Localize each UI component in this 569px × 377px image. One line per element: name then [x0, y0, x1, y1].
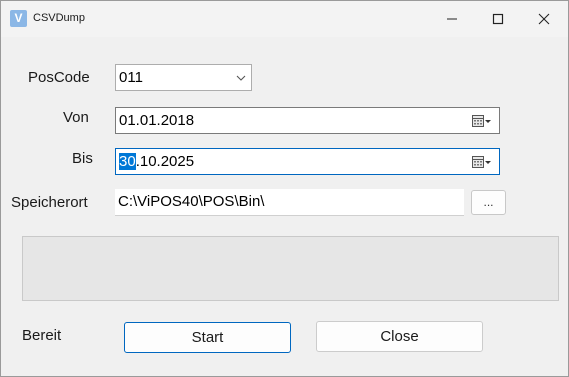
browse-button[interactable]: ...	[471, 190, 506, 215]
maximize-button[interactable]	[475, 1, 521, 37]
von-label: Von	[63, 109, 89, 126]
bis-day-selected[interactable]: 30	[119, 153, 136, 170]
window-title: CSVDump	[33, 12, 85, 24]
minimize-icon	[447, 18, 457, 20]
output-panel	[22, 236, 559, 301]
poscode-value: 011	[119, 69, 143, 86]
speicherort-label: Speicherort	[11, 194, 88, 211]
close-window-button[interactable]	[521, 1, 567, 37]
title-bar[interactable]: V CSVDump	[1, 1, 568, 37]
speicherort-input[interactable]: C:\ViPOS40\POS\Bin\	[115, 189, 464, 216]
bis-date-picker[interactable]: 30.10.2025	[115, 148, 500, 175]
close-button[interactable]: Close	[316, 321, 483, 352]
bis-date-rest: .10.2025	[135, 153, 195, 170]
maximize-icon	[492, 13, 504, 25]
von-date-picker[interactable]: 01.01.2018	[115, 107, 500, 134]
status-text: Bereit	[22, 327, 62, 344]
bis-date-value: 30.10.2025	[119, 153, 194, 170]
close-icon	[538, 13, 550, 25]
app-window: V CSVDump PosCode 011 Von 01.01.2018 Bis…	[0, 0, 569, 377]
calendar-icon[interactable]	[472, 156, 492, 169]
start-button[interactable]: Start	[124, 322, 291, 353]
poscode-label: PosCode	[28, 69, 90, 86]
von-date-value: 01.01.2018	[119, 112, 195, 129]
speicherort-value: C:\ViPOS40\POS\Bin\	[118, 193, 265, 210]
app-icon: V	[10, 10, 27, 27]
poscode-select[interactable]: 011	[115, 64, 252, 91]
bis-label: Bis	[72, 150, 93, 167]
minimize-button[interactable]	[429, 1, 475, 37]
chevron-down-icon[interactable]	[236, 74, 246, 82]
calendar-icon[interactable]	[472, 115, 492, 128]
